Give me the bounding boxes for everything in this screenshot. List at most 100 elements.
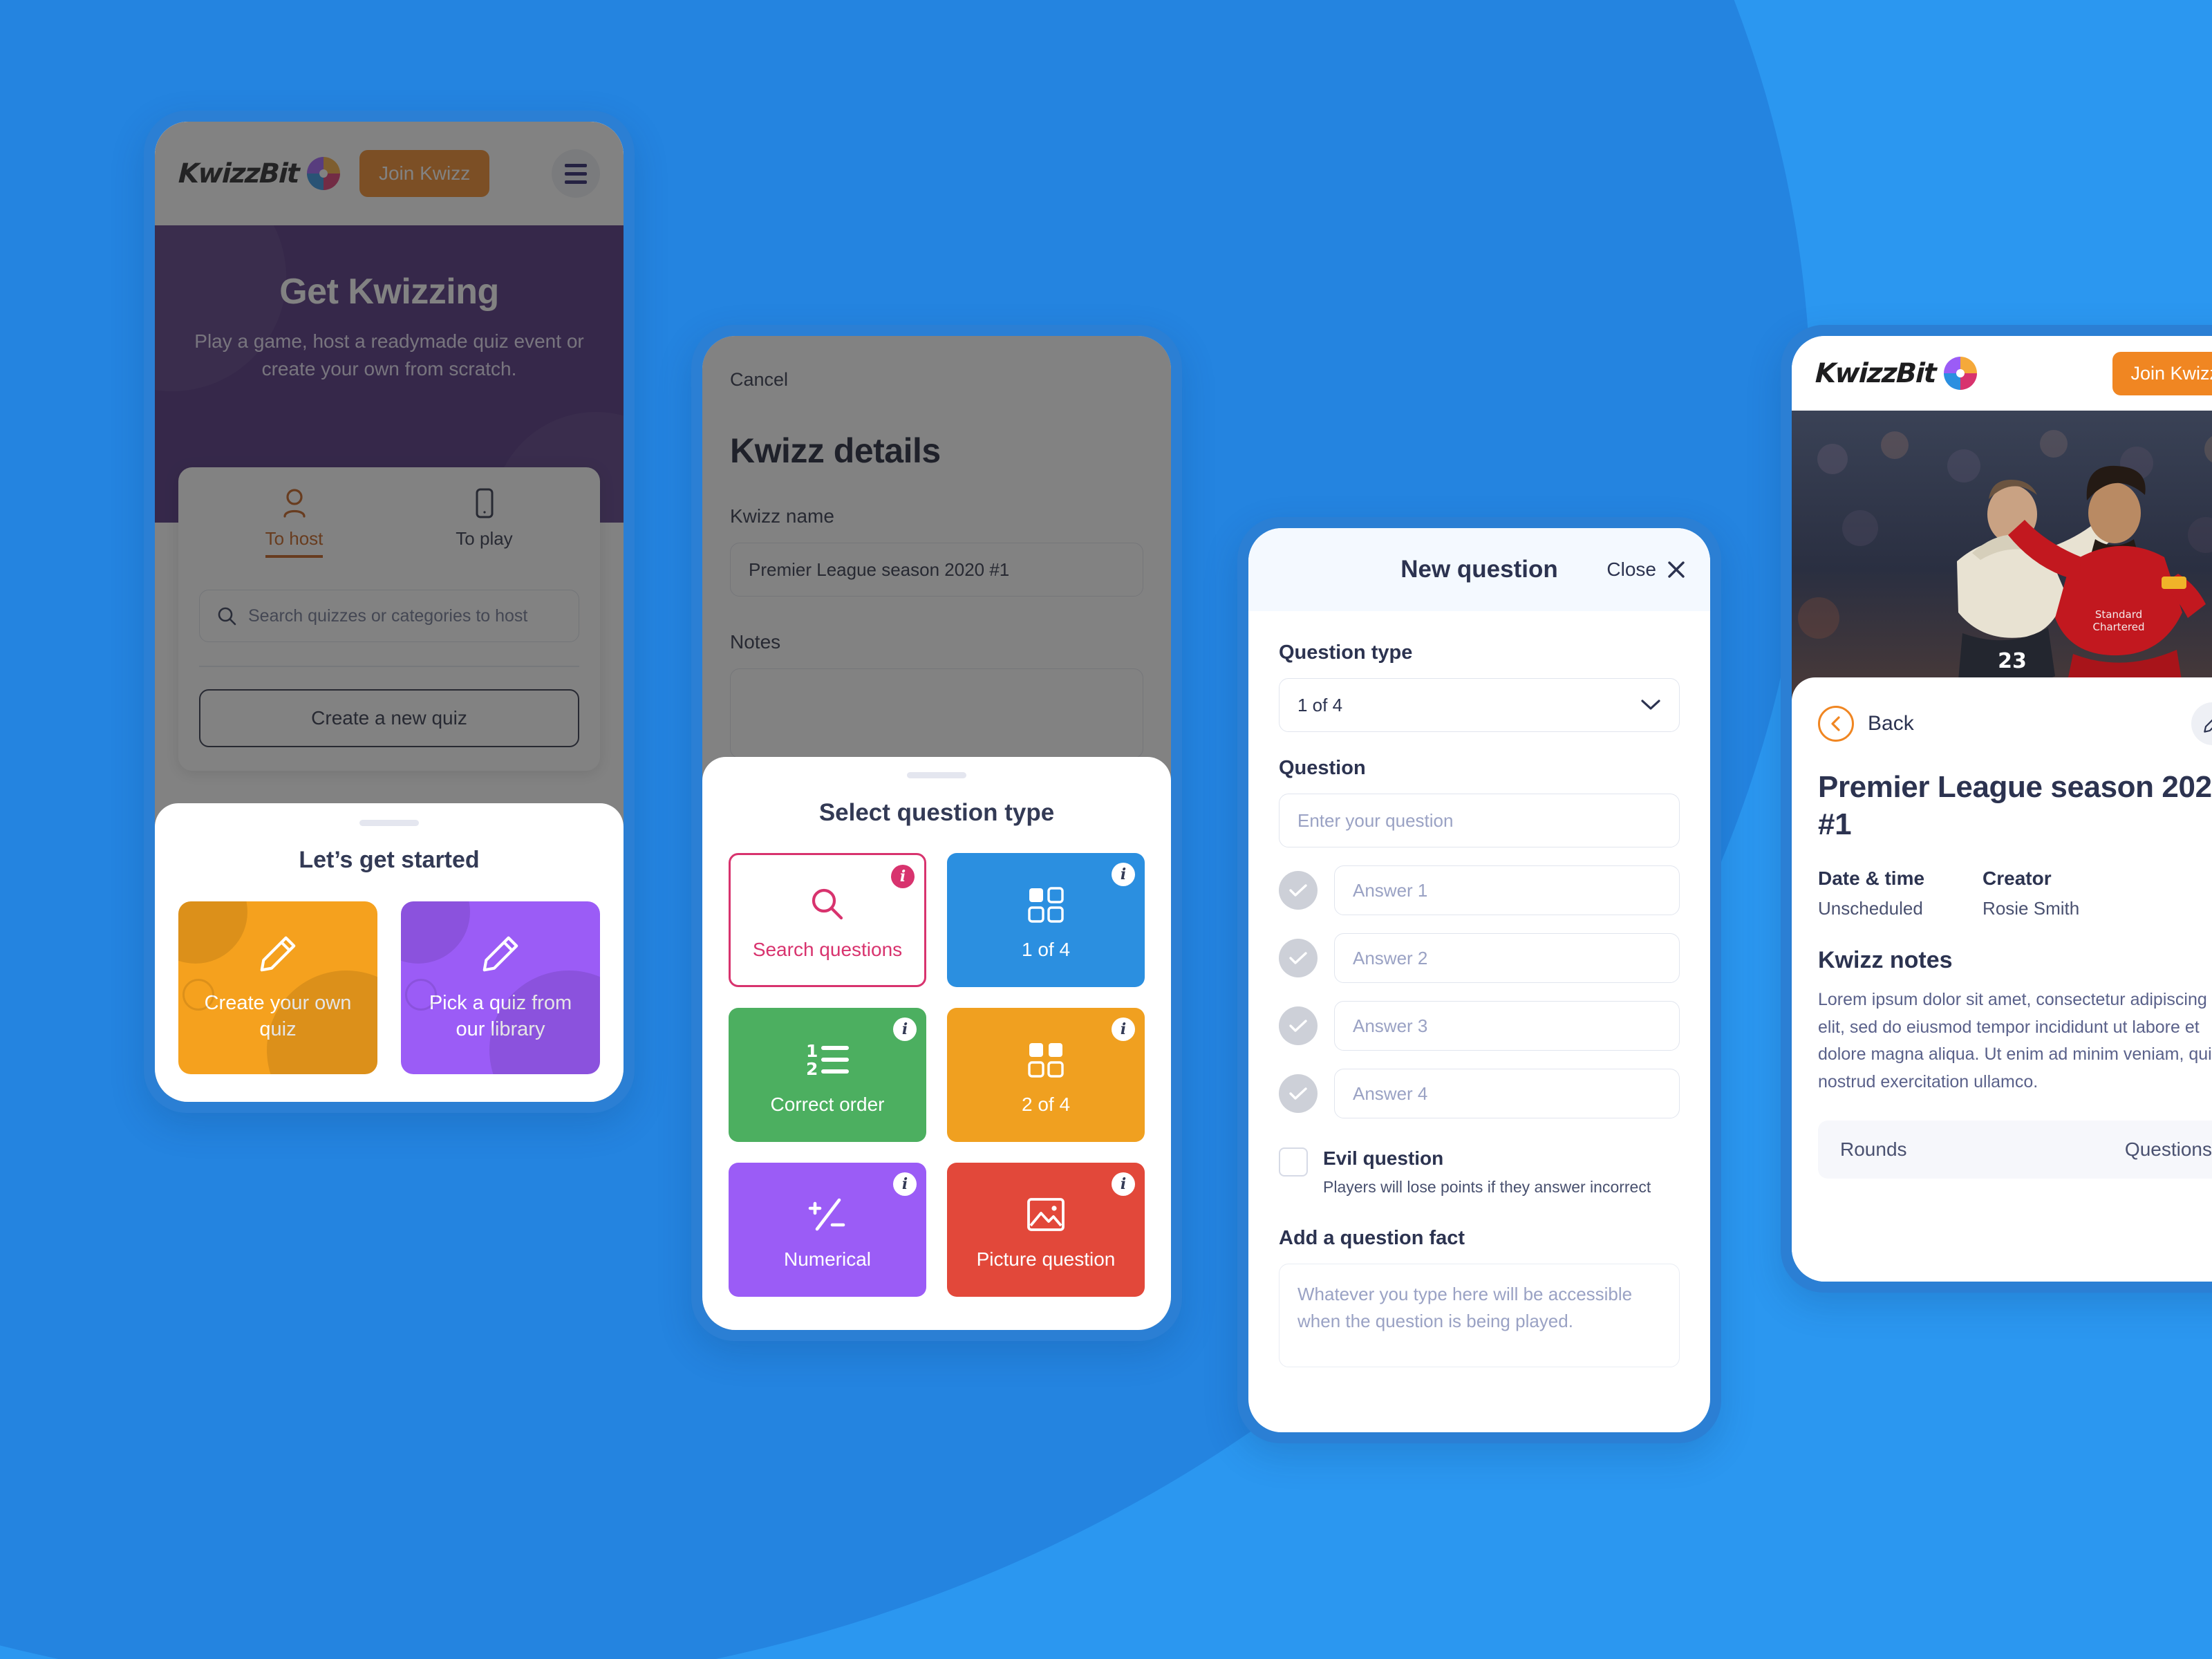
tile-decor	[401, 901, 470, 964]
question-type-2-of-4[interactable]: i 2 of 4	[947, 1008, 1145, 1142]
question-type-select[interactable]: 1 of 4	[1279, 678, 1680, 732]
question-type-grid: i Search questions i 1 of 4 i 1 2 Correc…	[729, 853, 1145, 1297]
pencil-edit-icon	[2204, 719, 2212, 733]
new-question-form: Question type 1 of 4 Question Enter your…	[1248, 611, 1710, 1367]
kwizzbit-logo: KwizzBit	[1815, 355, 1978, 391]
meta-key: Creator	[1983, 868, 2052, 890]
join-kwizz-button[interactable]: Join Kwizz	[2112, 351, 2212, 395]
kwizz-notes-body: Lorem ipsum dolor sit amet, consectetur …	[1818, 990, 2212, 1091]
logo-wordmark: KwizzBit	[1815, 357, 1936, 389]
question-type-1-of-4[interactable]: i 1 of 4	[947, 853, 1145, 987]
phone-mockup-new-question: New question Close Question type 1 of 4 …	[1237, 517, 1721, 1443]
svg-text:2: 2	[806, 1059, 818, 1079]
select-question-type-sheet: Select question type i Search questions …	[702, 757, 1171, 1330]
question-type-correct-order[interactable]: i 1 2 Correct order	[729, 1008, 926, 1142]
back-label: Back	[1868, 712, 1914, 735]
chevron-left-icon	[1831, 716, 1840, 731]
tile-label: 1 of 4	[1021, 939, 1071, 960]
question-type-numerical[interactable]: i Numerical	[729, 1163, 926, 1297]
phone-mockup-kwizz-overview: KwizzBit Join Kwizz 23 Standard Chartere…	[1781, 325, 2212, 1293]
question-type-search-questions[interactable]: i Search questions	[729, 853, 926, 987]
tile-decor	[405, 979, 437, 1011]
answer-input-2[interactable]: Answer 2	[1334, 933, 1680, 983]
meta-value: Unscheduled	[1818, 898, 1923, 919]
info-icon[interactable]: i	[893, 1172, 917, 1196]
meta-date-time: Date & time Unscheduled	[1818, 868, 1924, 919]
info-icon[interactable]: i	[891, 865, 915, 888]
svg-text:Standard: Standard	[2095, 608, 2142, 621]
phone-mockup-home: KwizzBit Join Kwizz Get Kwizzing Play	[144, 111, 635, 1113]
info-icon[interactable]: i	[1112, 863, 1135, 886]
tile-label: 2 of 4	[1021, 1094, 1071, 1115]
check-icon	[1289, 1087, 1307, 1100]
close-icon	[1668, 561, 1685, 578]
rounds-questions-bar: Rounds Questions	[1818, 1121, 2212, 1179]
answer-correct-toggle[interactable]	[1279, 939, 1318, 977]
lets-get-started-sheet: Let’s get started Create your own quiz P…	[155, 803, 624, 1102]
tile-label: Numerical	[783, 1248, 872, 1270]
svg-text:1: 1	[806, 1041, 818, 1061]
plus-minus-icon	[806, 1189, 849, 1240]
meta-key: Date & time	[1818, 868, 1925, 890]
questions-label: Questions	[2124, 1138, 2212, 1161]
check-icon	[1289, 952, 1307, 964]
kwizz-overview-card: Back Premier League season 2020 #1 Date …	[1792, 677, 2212, 1282]
page-title: New question	[1400, 556, 1558, 583]
phone2-screen: Cancel Kwizz details Kwizz name Premier …	[702, 336, 1171, 1330]
kwizz-meta: Date & time Unscheduled Creator Rosie Sm…	[1818, 868, 2212, 919]
pick-from-library-tile[interactable]: Pick a quiz from our library	[401, 901, 600, 1074]
question-input[interactable]: Enter your question	[1279, 794, 1680, 847]
two-of-four-icon	[1025, 1034, 1067, 1085]
svg-text:Chartered: Chartered	[2092, 621, 2144, 633]
evil-question-hint: Players will lose points if they answer …	[1323, 1178, 1651, 1196]
answer-correct-toggle[interactable]	[1279, 1074, 1318, 1113]
sheet-grabber[interactable]	[359, 820, 419, 826]
tile-label: Correct order	[770, 1094, 885, 1115]
phone4-header: KwizzBit Join Kwizz	[1792, 336, 2212, 411]
sheet-title: Select question type	[818, 799, 1055, 826]
answer-row: Answer 4	[1279, 1069, 1680, 1118]
kwizz-cover-photo: 23 Standard Chartered	[1792, 411, 2212, 700]
answer-row: Answer 2	[1279, 933, 1680, 983]
sheet-title: Let’s get started	[299, 847, 480, 873]
question-fact-textarea[interactable]: Whatever you type here will be accessibl…	[1279, 1264, 1680, 1367]
answer-correct-toggle[interactable]	[1279, 871, 1318, 910]
check-icon	[1289, 884, 1307, 897]
back-row: Back	[1818, 702, 2212, 745]
magnifier-icon	[809, 879, 846, 930]
answer-input-3[interactable]: Answer 3	[1334, 1001, 1680, 1051]
chevron-down-icon	[1641, 700, 1660, 710]
phone3-screen: New question Close Question type 1 of 4 …	[1248, 528, 1710, 1432]
tile-decor	[267, 971, 377, 1074]
evil-question-checkbox[interactable]	[1279, 1147, 1308, 1177]
question-fact-label: Add a question fact	[1279, 1227, 1465, 1249]
question-type-picture-question[interactable]: i Picture question	[947, 1163, 1145, 1297]
back-button[interactable]	[1818, 706, 1854, 742]
phone1-screen: KwizzBit Join Kwizz Get Kwizzing Play	[155, 122, 624, 1102]
pencil-icon	[260, 936, 296, 972]
phone-mockup-kwizz-details: Cancel Kwizz details Kwizz name Premier …	[691, 325, 1182, 1341]
info-icon[interactable]: i	[1112, 1172, 1135, 1196]
start-options-grid: Create your own quiz Pick a quiz from ou…	[178, 901, 600, 1074]
close-label: Close	[1606, 559, 1656, 580]
one-of-four-icon	[1025, 879, 1067, 930]
pencil-icon	[482, 936, 518, 972]
ordered-list-icon: 1 2	[805, 1034, 850, 1085]
edit-button[interactable]	[2191, 702, 2212, 745]
answer-correct-toggle[interactable]	[1279, 1006, 1318, 1045]
answer-input-1[interactable]: Answer 1	[1334, 865, 1680, 915]
info-icon[interactable]: i	[893, 1018, 917, 1041]
create-own-quiz-tile[interactable]: Create your own quiz	[178, 901, 377, 1074]
close-button[interactable]: Close	[1606, 559, 1687, 581]
svg-text:23: 23	[1998, 649, 2027, 673]
image-icon	[1024, 1189, 1067, 1240]
sheet-grabber[interactable]	[907, 772, 966, 778]
meta-creator: Creator Rosie Smith	[1983, 868, 2079, 919]
check-icon	[1289, 1020, 1307, 1032]
rounds-label: Rounds	[1840, 1138, 1907, 1161]
answer-input-4[interactable]: Answer 4	[1334, 1069, 1680, 1118]
question-type-label: Question type	[1279, 641, 1413, 664]
tile-decor	[489, 971, 600, 1074]
answer-row: Answer 3	[1279, 1001, 1680, 1051]
info-icon[interactable]: i	[1112, 1018, 1135, 1041]
